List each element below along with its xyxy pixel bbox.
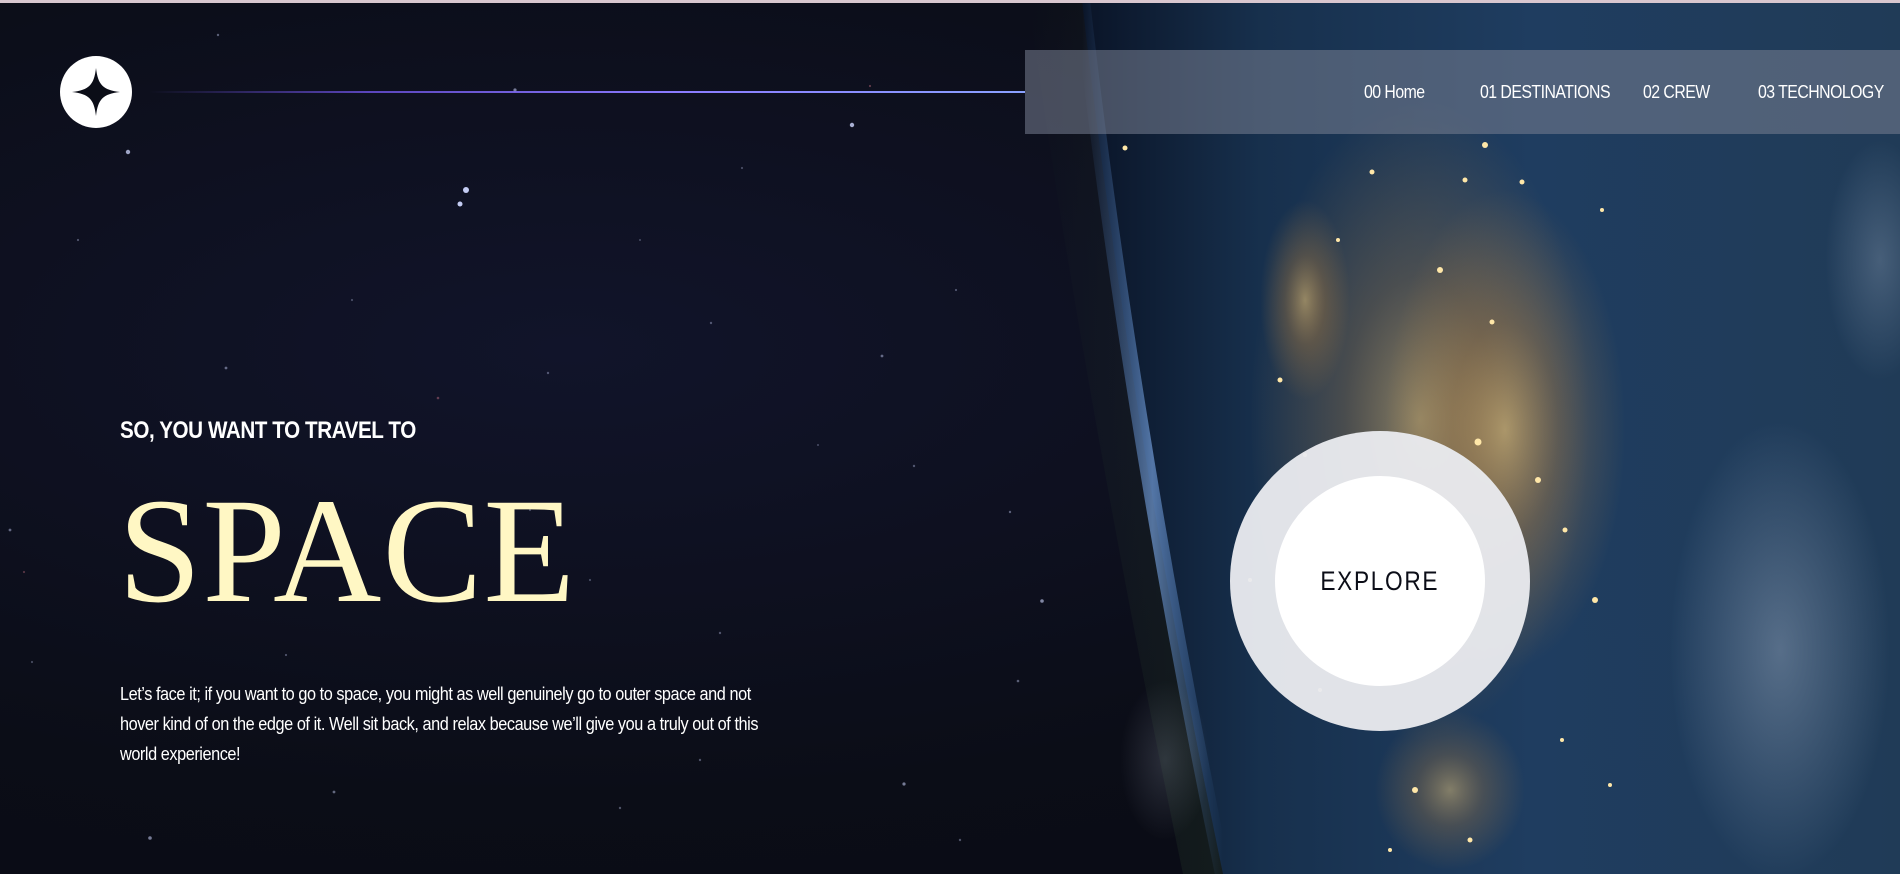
hero-description: Let’s face it; if you want to go to spac… <box>120 682 759 764</box>
four-point-star-icon <box>72 68 120 116</box>
nav-item-home[interactable]: 00 Home <box>1364 50 1425 134</box>
home-page: 00 Home 01 DESTINATIONS 02 CREW 03 TECHN… <box>0 0 1900 874</box>
explore-button[interactable]: EXPLORE <box>1275 476 1485 686</box>
hero-title: SPACE <box>118 468 577 634</box>
hero-eyebrow: SO, YOU WANT TO TRAVEL TO <box>120 417 416 444</box>
header-divider-line <box>150 91 1025 93</box>
explore-button-label: EXPLORE <box>1320 565 1440 596</box>
main-navigation: 00 Home 01 DESTINATIONS 02 CREW 03 TECHN… <box>1025 50 1900 134</box>
nav-item-crew[interactable]: 02 CREW <box>1643 50 1710 134</box>
top-border <box>0 0 1900 3</box>
nav-item-destinations[interactable]: 01 DESTINATIONS <box>1480 50 1611 134</box>
logo[interactable] <box>60 56 132 128</box>
nav-item-technology[interactable]: 03 TECHNOLOGY <box>1758 50 1884 134</box>
